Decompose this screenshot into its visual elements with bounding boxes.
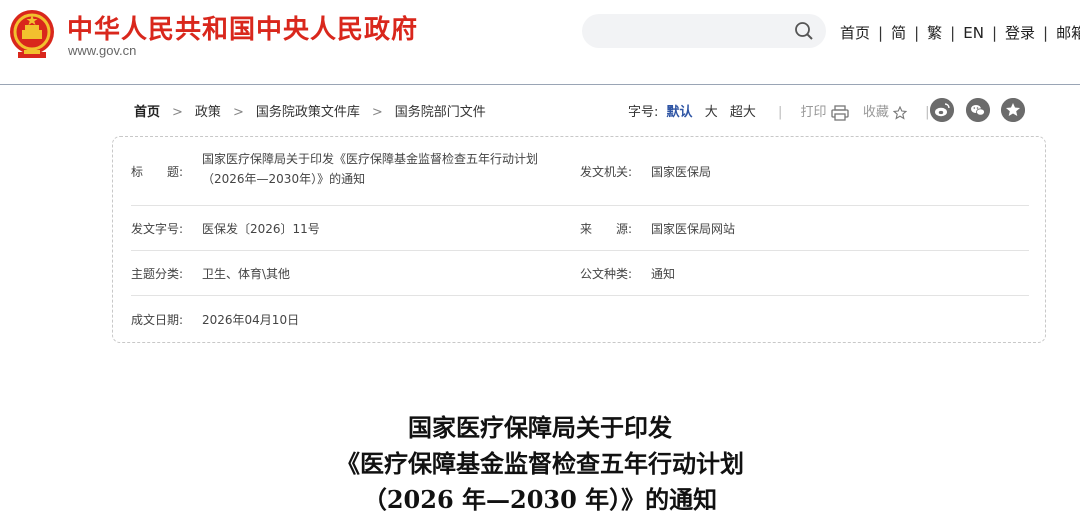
nav-english-link[interactable]: EN	[963, 24, 984, 42]
type-label: 公文种类:	[580, 267, 633, 281]
doc-no-label: 发文字号:	[131, 222, 184, 236]
document-info-table: 标 题: 国家医疗保障局关于印发《医疗保障基金监督检查五年行动计划 （2026年…	[112, 136, 1046, 343]
favorite-button[interactable]: 收藏	[853, 105, 889, 120]
nav-mail-link[interactable]: 邮箱	[1056, 24, 1080, 42]
info-row-docno: 发文字号: 医保发〔2026〕11号 来 源: 国家医保局网站	[131, 205, 1029, 251]
breadcrumb-department-docs[interactable]: 国务院部门文件	[395, 105, 486, 120]
wechat-share-icon[interactable]	[966, 98, 990, 122]
site-domain: www.gov.cn	[68, 43, 137, 58]
title-value: 国家医疗保障局关于印发《医疗保障基金监督检查五年行动计划 （2026年—2030…	[202, 152, 539, 186]
weibo-share-icon[interactable]	[930, 98, 954, 122]
font-size-xlarge-button[interactable]: 超大	[726, 105, 760, 120]
nav-traditional-link[interactable]: 繁	[927, 24, 942, 42]
source-label: 来 源:	[580, 222, 633, 236]
breadcrumb-policy-library[interactable]: 国务院政策文件库	[256, 105, 360, 120]
issuer-value: 国家医保局	[651, 165, 712, 179]
date-value: 2026年04月10日	[202, 313, 300, 327]
nav-home-link[interactable]: 首页	[840, 24, 870, 42]
document-title: 国家医疗保障局关于印发 《医疗保障基金监督检查五年行动计划 （2026 年—20…	[336, 413, 744, 514]
category-label: 主题分类:	[131, 267, 184, 281]
top-nav: 首页 | 简 | 繁 | EN | 登录 | 邮箱	[840, 22, 1080, 43]
breadcrumb-home[interactable]: 首页	[134, 105, 160, 120]
site-header: 中华人民共和国中央人民政府 www.gov.cn 首页 | 简 | 繁 | EN | 登录 | 邮箱	[0, 0, 1080, 85]
search-icon[interactable]	[794, 21, 814, 41]
search-input[interactable]	[582, 14, 826, 48]
title-label: 标 题:	[131, 165, 184, 179]
breadcrumb: 首页 > 政策 > 国务院政策文件库 > 国务院部门文件	[134, 101, 486, 120]
star-icon[interactable]	[892, 105, 907, 120]
chevron-right-icon: >	[232, 105, 244, 120]
info-row-category: 主题分类: 卫生、体育\其他 公文种类: 通知	[131, 250, 1029, 296]
chevron-right-icon: >	[172, 105, 183, 120]
nav-simplified-link[interactable]: 简	[891, 24, 906, 42]
font-size-default-button[interactable]: 默认	[663, 105, 697, 120]
date-label: 成文日期:	[131, 313, 184, 327]
info-row-title: 标 题: 国家医疗保障局关于印发《医疗保障基金监督检查五年行动计划 （2026年…	[131, 137, 1029, 206]
issuer-label: 发文机关:	[580, 165, 633, 179]
breadcrumb-policy[interactable]: 政策	[195, 105, 221, 120]
category-value: 卫生、体育\其他	[202, 267, 291, 281]
favorite-share-icon[interactable]	[1001, 98, 1025, 122]
font-size-label: 字号:	[628, 105, 659, 120]
nav-login-link[interactable]: 登录	[1005, 24, 1035, 42]
print-button[interactable]: 打印	[801, 105, 827, 120]
source-value: 国家医保局网站	[651, 222, 736, 236]
national-emblem-icon	[10, 10, 54, 58]
site-title[interactable]: 中华人民共和国中央人民政府	[67, 9, 418, 46]
type-value: 通知	[651, 267, 676, 281]
info-row-date: 成文日期: 2026年04月10日	[131, 295, 1029, 340]
doc-no-value: 医保发〔2026〕11号	[202, 222, 320, 236]
printer-icon[interactable]	[831, 104, 849, 121]
font-size-large-button[interactable]: 大	[701, 105, 722, 120]
chevron-right-icon: >	[371, 105, 383, 120]
page-tools: 字号: 默认 大 超大 | 打印 收藏 |	[628, 104, 930, 121]
